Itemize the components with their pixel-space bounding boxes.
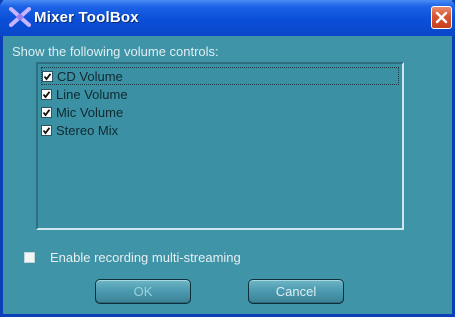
cancel-button[interactable]: Cancel [248,279,344,304]
list-item-mic-volume[interactable]: Mic Volume [41,103,123,121]
volume-controls-list[interactable]: CD Volume Line Volume Mic Volume Stereo … [36,62,404,230]
window-title: Mixer ToolBox [34,9,139,26]
volume-controls-prompt: Show the following volume controls: [12,44,219,59]
mic-volume-checkbox[interactable] [41,106,52,118]
list-item-stereo-mix[interactable]: Stereo Mix [41,121,118,139]
list-item-label: Line Volume [56,86,128,102]
list-item-label: Mic Volume [56,104,124,120]
mixer-app-icon [9,7,31,27]
list-item-cd-volume[interactable]: CD Volume [41,67,399,85]
title-bar: Mixer ToolBox [0,0,455,36]
list-item-label: CD Volume [57,68,123,84]
multistreaming-option[interactable]: Enable recording multi-streaming [24,250,241,265]
cd-volume-checkbox[interactable] [42,70,53,82]
ok-button[interactable]: OK [95,279,191,304]
close-button[interactable] [431,6,452,29]
multistreaming-label: Enable recording multi-streaming [50,250,241,265]
list-item-line-volume[interactable]: Line Volume [41,85,128,103]
multistreaming-checkbox[interactable] [24,252,35,263]
list-item-label: Stereo Mix [56,122,119,138]
mixer-toolbox-dialog: Mixer ToolBox Show the following volume … [0,0,455,317]
stereo-mix-checkbox[interactable] [41,124,52,136]
line-volume-checkbox[interactable] [41,88,52,100]
close-icon [435,11,448,24]
